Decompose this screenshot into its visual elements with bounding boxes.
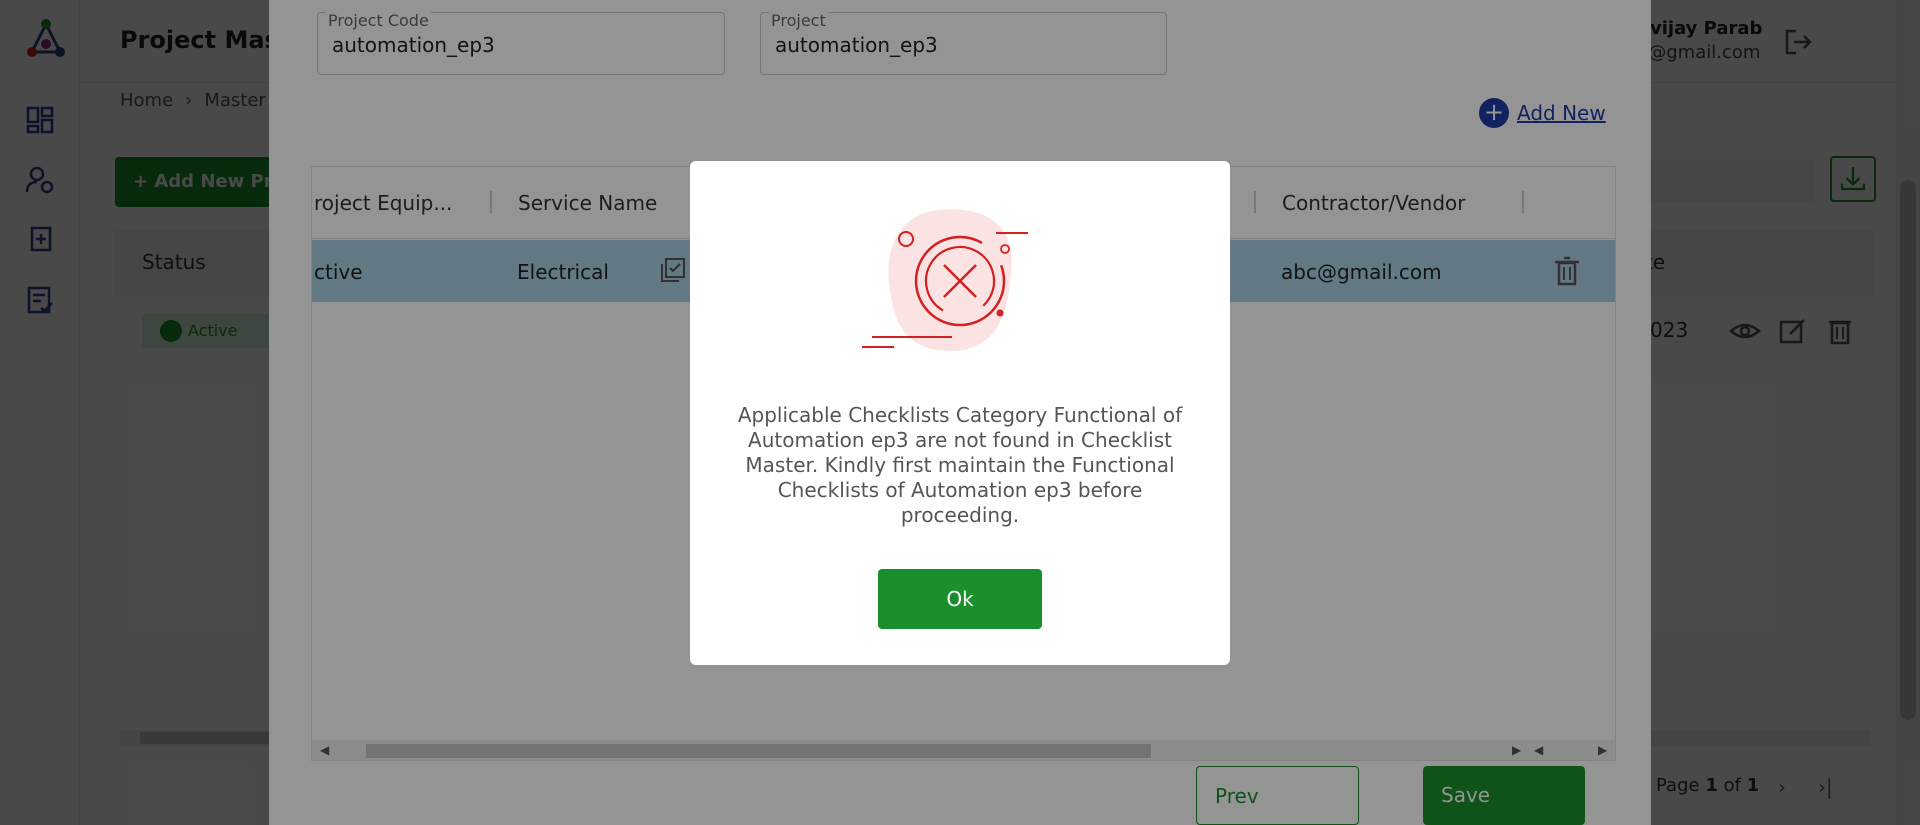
error-x-icon <box>862 209 1028 351</box>
dialog-message: Applicable Checklists Category Functiona… <box>737 403 1183 527</box>
error-dialog: Applicable Checklists Category Functiona… <box>690 161 1230 665</box>
ok-button[interactable]: Ok <box>878 569 1042 629</box>
